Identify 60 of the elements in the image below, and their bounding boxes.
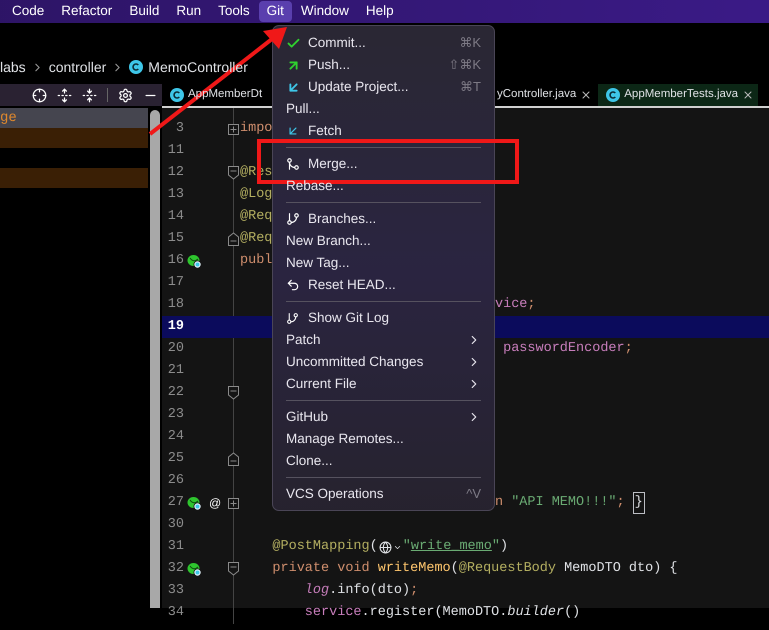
code-token: @Log [240,186,272,204]
line-number: 34 [166,604,184,622]
line-number: 13 [166,186,184,204]
line-number: 24 [166,428,184,446]
code-token: ; [616,494,625,512]
line-number: 12 [166,164,184,182]
line-number: 31 [166,538,184,556]
line-number: 25 [166,450,184,468]
line-number: 21 [166,362,184,380]
code-token: service [304,604,362,622]
code-token: ( [450,560,459,578]
line-number: 20 [166,340,184,358]
code-token: ) [500,538,508,556]
code-token: ( [370,538,378,556]
line-number: 15 [166,230,184,248]
code-token: MemoDTO dto) { [563,560,678,578]
code-token: .info(dto) [329,582,410,600]
code-token: n [495,494,504,512]
code-token: write_memo [410,538,492,556]
code-token: impo [240,120,272,138]
code-token: () [564,604,580,622]
code-token: log [304,582,330,600]
shortcut: ⌘K [459,34,481,52]
line-number: 16 [166,252,184,270]
at-mark: @ [208,495,222,512]
line-number: 30 [166,516,184,534]
line-number: 14 [166,208,184,226]
line-number: 33 [166,582,184,600]
shortcut: ⇧⌘K [448,56,481,74]
line-number: 3 [174,120,184,138]
code-token: private void [271,560,371,578]
code-token: builder [507,604,564,622]
code-token: @PostMapping [271,538,370,556]
code-token: " [402,538,411,556]
code-token: @Req [240,230,272,248]
line-number: 22 [166,384,184,402]
code-token: " [492,538,500,556]
code-token: .register(MemoDTO. [362,604,508,622]
shortcut: ⌘T [460,78,481,96]
code-token: writeMemo [378,560,451,578]
code-token: passwordEncoder [502,340,625,358]
line-number: 27 [166,494,184,512]
code-token: vice [495,296,528,314]
code-token: ; [410,582,418,600]
code-token: "API MEMO!!!" [511,494,617,512]
code-token: ; [624,340,633,358]
code-token: publ [240,252,272,270]
line-number: 32 [166,560,184,578]
line-number: 19 [166,318,184,336]
line-number: 26 [166,472,184,490]
line-number: 17 [166,274,184,292]
tree-item-label: ge [0,108,17,128]
code-token: @Req [240,208,272,226]
shortcut: ^V [466,485,481,504]
code-token: ; [527,296,536,314]
code-token: @RequestBody [458,560,556,578]
line-number: 23 [166,406,184,424]
line-number: 18 [166,296,184,314]
code-token: } [632,492,645,514]
line-number: 11 [166,142,184,160]
